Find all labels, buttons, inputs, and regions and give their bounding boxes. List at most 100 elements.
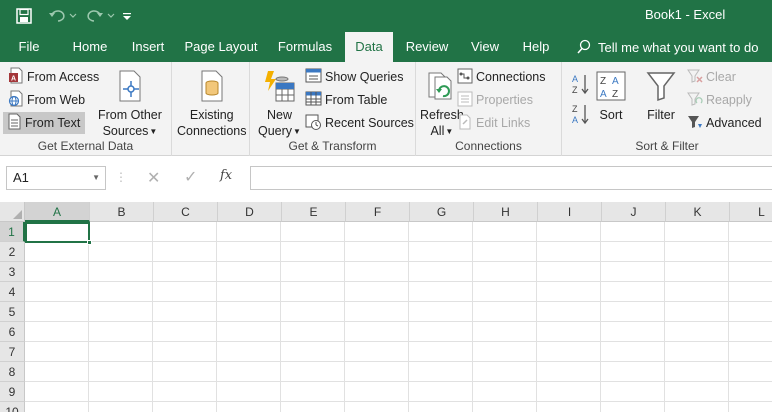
formula-bar: A1 ▼ ⋮ ✕ ✓ fx [0, 156, 772, 202]
properties-button[interactable]: Properties [454, 89, 536, 111]
cancel-icon[interactable]: ✕ [147, 168, 160, 188]
sort-button[interactable]: ZAAZ Sort [596, 66, 626, 123]
row-header[interactable]: 9 [0, 382, 25, 402]
from-web-button[interactable]: From Web [5, 89, 88, 111]
svg-text:A: A [572, 74, 578, 84]
column-header[interactable]: K [666, 202, 730, 222]
existing-connections-button[interactable]: Existing Connections [177, 66, 247, 139]
fill-handle[interactable] [87, 240, 92, 245]
active-cell[interactable] [25, 222, 90, 243]
row-header[interactable]: 2 [0, 242, 25, 262]
access-icon: A [8, 67, 24, 87]
sort-icon: ZAAZ [596, 66, 626, 106]
column-header[interactable]: J [602, 202, 666, 222]
edit-links-icon [457, 114, 473, 133]
filter-icon [646, 66, 676, 106]
tab-review[interactable]: Review [401, 32, 453, 62]
reapply-button[interactable]: Reapply [684, 89, 755, 111]
svg-text:A: A [572, 115, 578, 125]
column-header[interactable]: L [730, 202, 772, 222]
tab-insert[interactable]: Insert [124, 32, 172, 62]
new-query-button[interactable]: New Query▼ [258, 66, 301, 140]
group-get-transform: New Query▼ Show Queries From Table Recen… [250, 62, 416, 156]
advanced-button[interactable]: Advanced [684, 112, 765, 134]
group-label: Connections [455, 139, 522, 153]
table-icon [305, 91, 322, 110]
group-connections: Refresh All▼ Connections Properties Edit… [416, 62, 562, 156]
row-header[interactable]: 4 [0, 282, 25, 302]
row-header[interactable]: 7 [0, 342, 25, 362]
row-header[interactable]: 5 [0, 302, 25, 322]
title-bar: Book1 - Excel [0, 0, 772, 32]
tab-file[interactable]: File [8, 32, 50, 62]
clear-button[interactable]: Clear [684, 66, 739, 88]
chevron-down-icon: ▼ [445, 126, 454, 136]
sort-z-to-a-button[interactable]: ZA [568, 102, 594, 128]
row-header[interactable]: 6 [0, 322, 25, 342]
column-header[interactable]: I [538, 202, 602, 222]
formula-bar-grip-icon[interactable]: ⋮ [115, 170, 127, 184]
tab-formulas[interactable]: Formulas [272, 32, 338, 62]
connections-icon [457, 68, 473, 87]
window-title: Book1 - Excel [645, 7, 726, 22]
row-header[interactable]: 8 [0, 362, 25, 382]
tell-me-search[interactable]: Tell me what you want to do [576, 32, 758, 62]
row-header[interactable]: 1 [0, 222, 25, 242]
sort-za-icon: ZA [571, 102, 591, 129]
group-label: Get & Transform [288, 139, 377, 153]
from-other-sources-button[interactable]: From Other Sources▼ [98, 66, 162, 140]
tab-help[interactable]: Help [514, 32, 558, 62]
clear-filter-icon [687, 68, 703, 87]
column-header[interactable]: A [25, 202, 90, 222]
column-header[interactable]: E [282, 202, 346, 222]
from-access-button[interactable]: A From Access [5, 66, 102, 88]
select-all-triangle-icon [13, 210, 22, 219]
show-queries-button[interactable]: Show Queries [302, 66, 407, 88]
reapply-icon [687, 91, 703, 110]
tab-view[interactable]: View [463, 32, 507, 62]
column-header[interactable]: D [218, 202, 282, 222]
svg-text:A: A [11, 76, 16, 83]
lightbulb-icon [577, 39, 591, 54]
column-header[interactable]: C [154, 202, 218, 222]
ribbon-tabs: File Home Insert Page Layout Formulas Da… [0, 32, 772, 63]
properties-icon [457, 91, 473, 110]
sort-a-to-z-button[interactable]: AZ [568, 72, 594, 98]
other-sources-icon [115, 66, 145, 106]
tab-data[interactable]: Data [345, 32, 393, 63]
column-header[interactable]: G [410, 202, 474, 222]
enter-check-icon[interactable]: ✓ [184, 167, 197, 187]
tab-home[interactable]: Home [66, 32, 114, 62]
name-box[interactable]: A1 ▼ [6, 166, 106, 190]
svg-text:Z: Z [612, 89, 618, 100]
filter-button[interactable]: Filter [646, 66, 676, 123]
column-header[interactable]: B [90, 202, 154, 222]
recent-sources-button[interactable]: Recent Sources [302, 112, 417, 134]
column-header[interactable]: H [474, 202, 538, 222]
insert-function-icon[interactable]: fx [220, 168, 232, 183]
select-all-button[interactable] [0, 202, 25, 222]
row-header[interactable]: 3 [0, 262, 25, 282]
chevron-down-icon: ▼ [149, 126, 158, 136]
advanced-filter-icon [687, 114, 703, 133]
connections-button[interactable]: Connections [454, 66, 549, 88]
worksheet-grid: A B C D E F G H I J K L 1 2 3 4 5 6 7 8 … [0, 202, 772, 412]
svg-text:A: A [600, 89, 607, 100]
group-sort-filter: AZ ZA ZAAZ Sort Filter Clear Reapply Adv… [562, 62, 772, 156]
group-get-external-data: A From Access From Web From Text From Ot… [0, 62, 172, 156]
cell-area[interactable] [25, 222, 772, 412]
sort-az-icon: AZ [571, 72, 591, 99]
column-header[interactable]: F [346, 202, 410, 222]
svg-text:A: A [612, 76, 619, 87]
svg-text:Z: Z [600, 76, 606, 87]
formula-input[interactable] [250, 166, 772, 190]
from-table-button[interactable]: From Table [302, 89, 390, 111]
new-query-icon [262, 66, 296, 106]
existing-connections-icon [197, 66, 227, 106]
row-header[interactable]: 10 [0, 402, 25, 412]
from-text-button[interactable]: From Text [3, 112, 85, 134]
queries-icon [305, 68, 322, 87]
tab-page-layout[interactable]: Page Layout [180, 32, 262, 62]
edit-links-button[interactable]: Edit Links [454, 112, 533, 134]
chevron-down-icon[interactable]: ▼ [92, 167, 100, 189]
